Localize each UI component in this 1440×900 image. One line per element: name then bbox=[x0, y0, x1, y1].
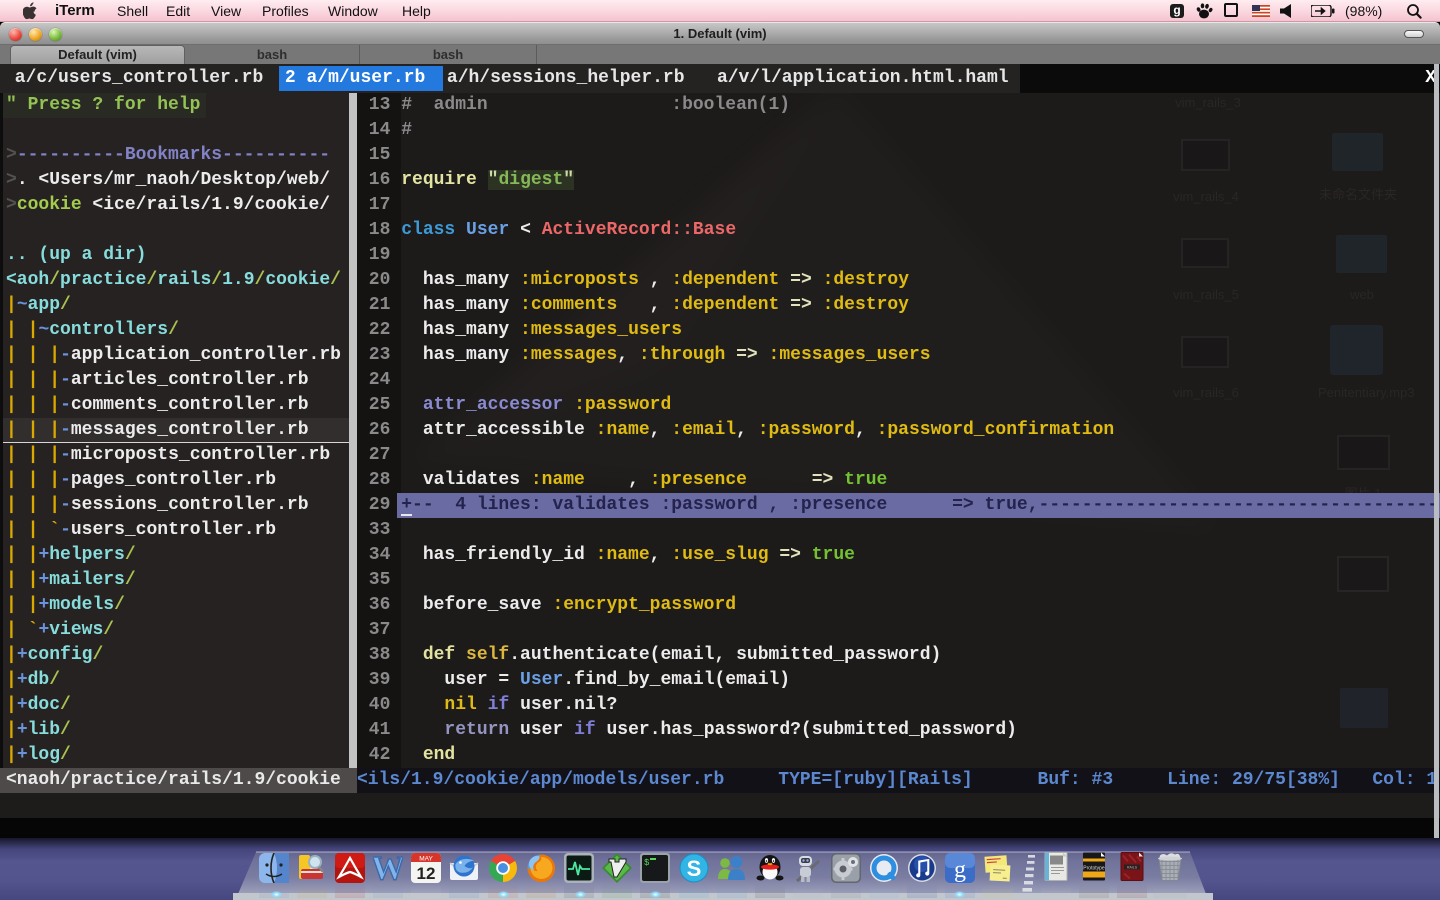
svg-text:MAY: MAY bbox=[419, 856, 433, 863]
svg-text:W: W bbox=[373, 853, 403, 883]
svg-text:S: S bbox=[687, 856, 702, 881]
svg-text:g: g bbox=[954, 857, 966, 883]
svg-text:12: 12 bbox=[417, 864, 436, 883]
svg-text:Prototype: Prototype bbox=[1083, 866, 1105, 872]
svg-text:$: $ bbox=[644, 858, 650, 868]
svg-text:RAILS: RAILS bbox=[1127, 866, 1138, 870]
